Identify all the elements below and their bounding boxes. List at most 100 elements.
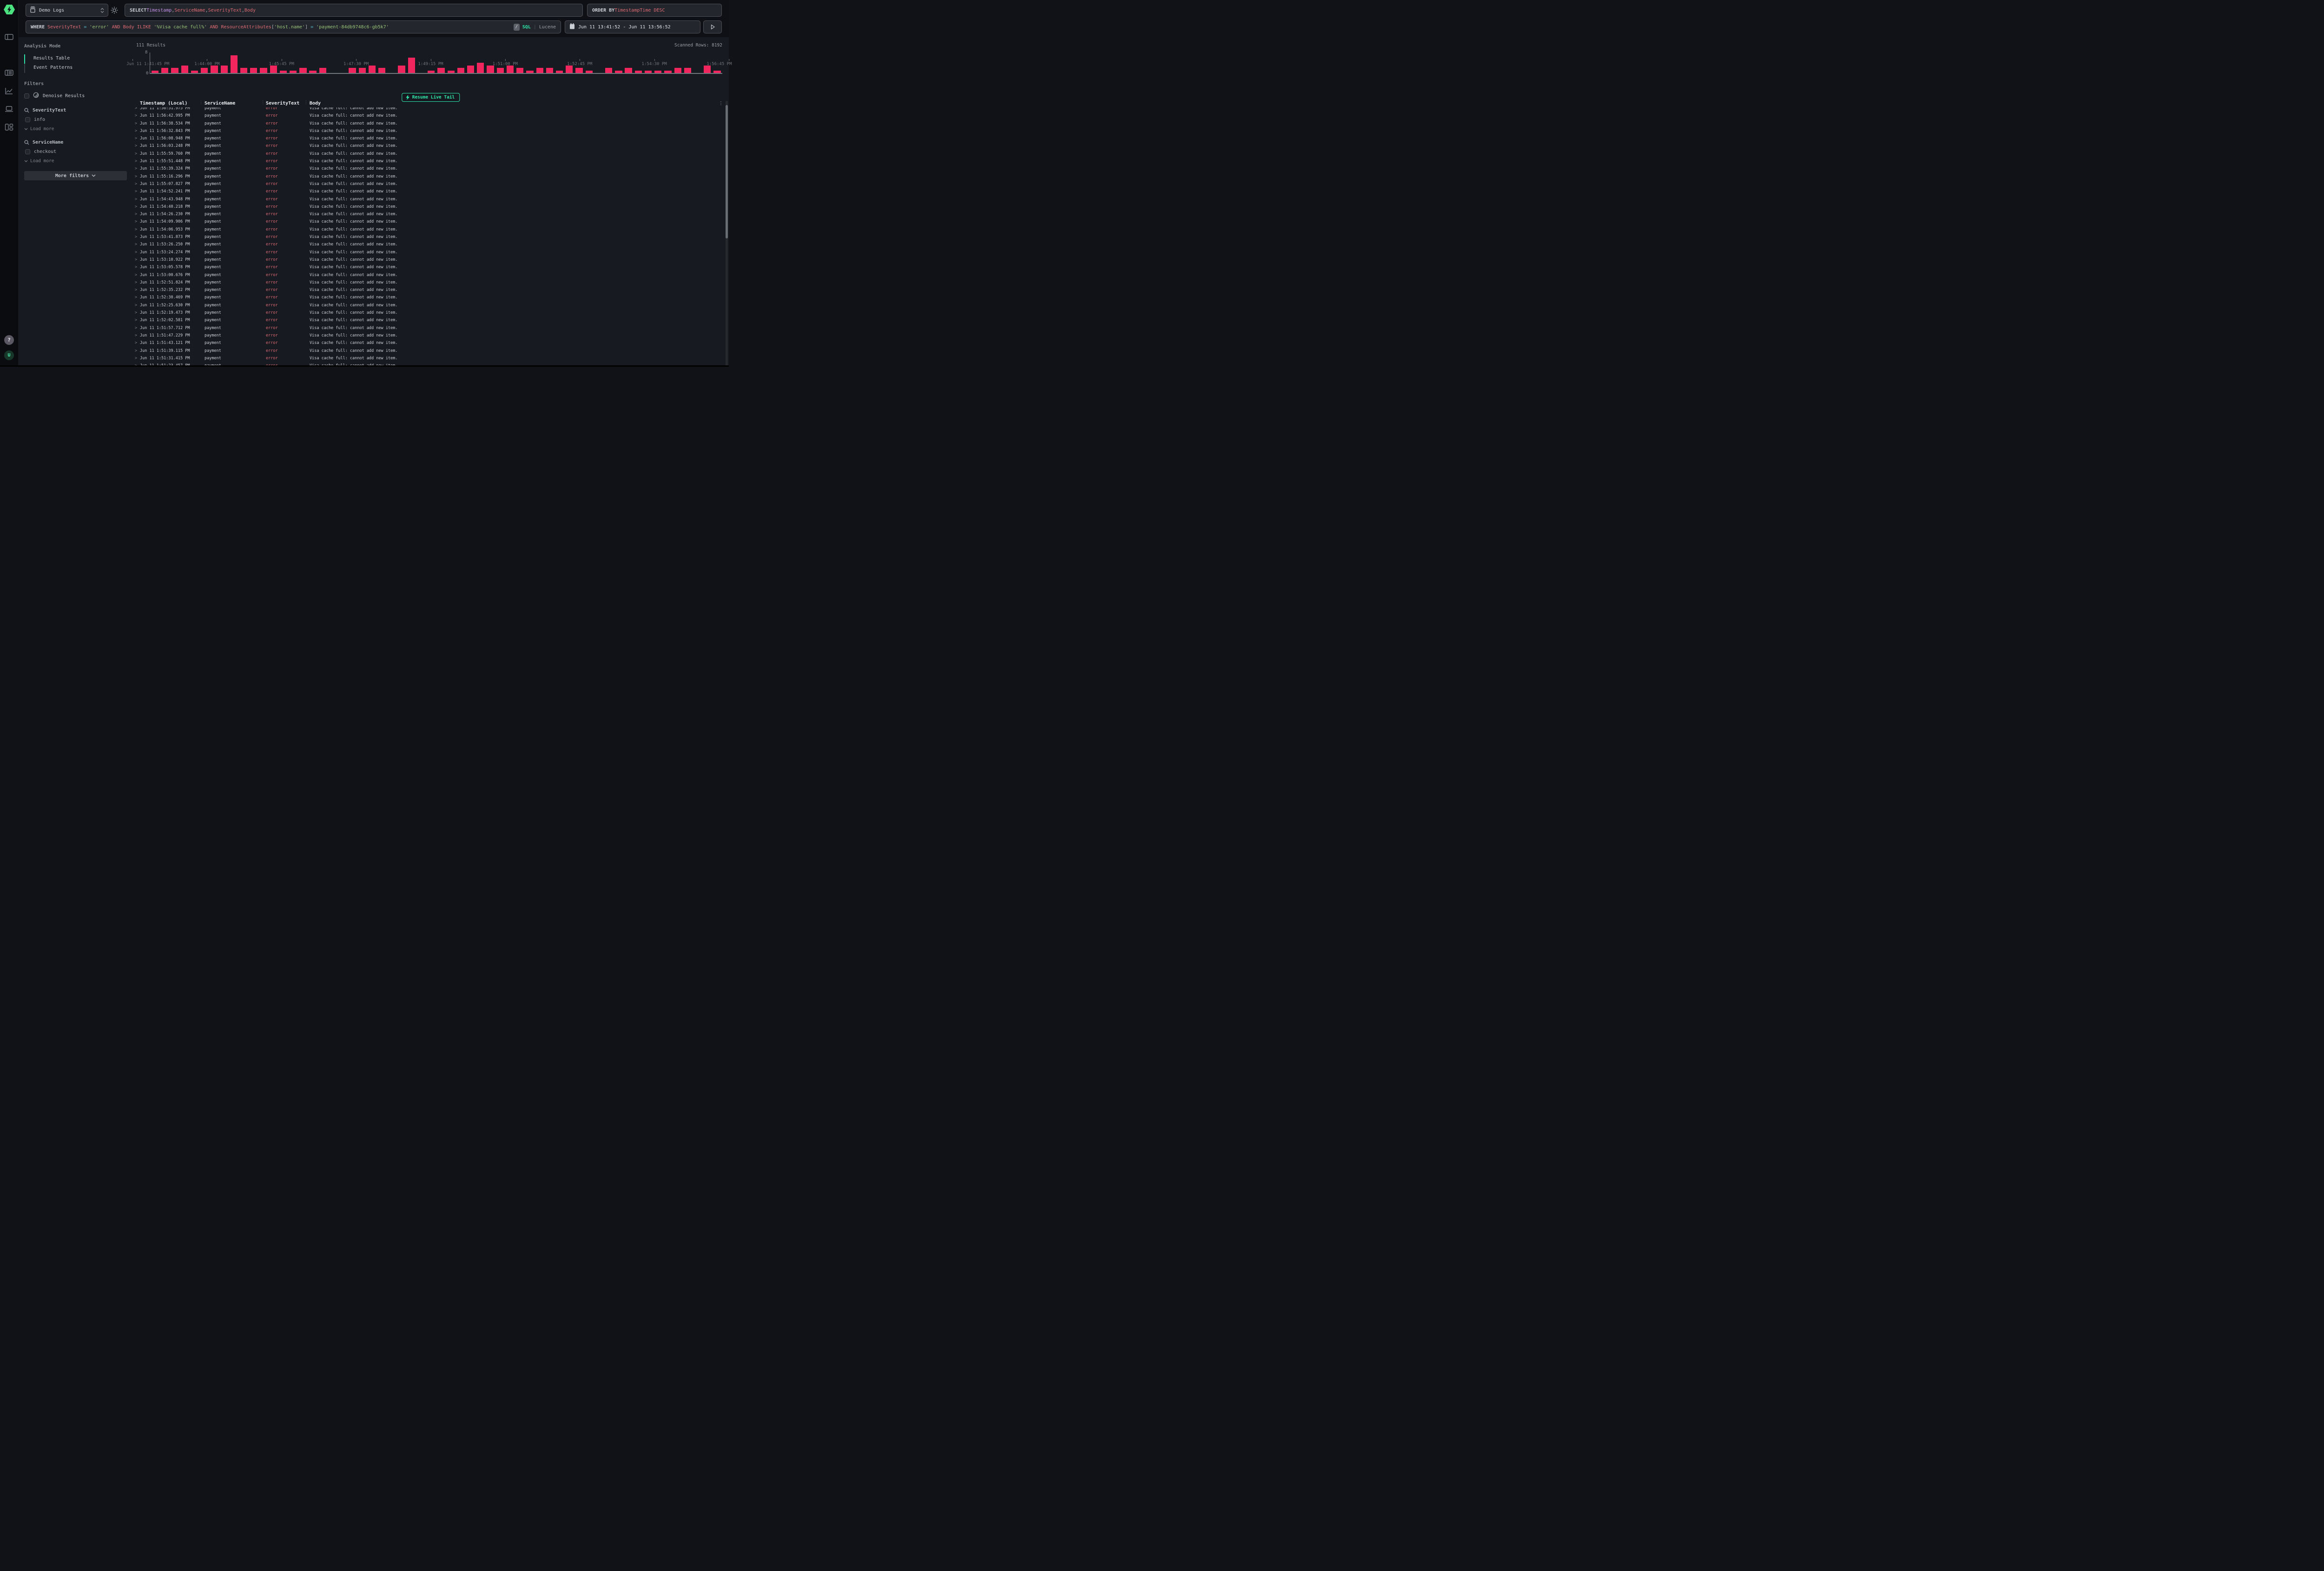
log-table-row[interactable]: >Jun 11 1:53:26.250 PMpaymenterrorVisa c… [132,241,722,249]
row-expand-chevron-icon[interactable]: > [135,356,137,361]
log-table-row[interactable]: >Jun 11 1:52:02.581 PMpaymenterrorVisa c… [132,317,722,324]
row-expand-chevron-icon[interactable]: > [135,174,137,179]
log-table-row[interactable]: >Jun 11 1:54:26.230 PMpaymenterrorVisa c… [132,211,722,218]
mode-item-event-patterns[interactable]: Event Patterns [24,64,127,73]
row-expand-chevron-icon[interactable]: > [135,288,137,292]
histogram-bar[interactable] [536,68,543,73]
histogram-bar[interactable] [546,68,553,73]
log-table-row[interactable]: >Jun 11 1:56:42.995 PMpaymenterrorVisa c… [132,112,722,120]
log-table-row[interactable]: >Jun 11 1:51:39.115 PMpaymenterrorVisa c… [132,348,722,355]
histogram-bar[interactable] [260,68,267,73]
row-expand-chevron-icon[interactable]: > [135,166,137,171]
table-scrollbar-track[interactable] [726,101,728,367]
row-expand-chevron-icon[interactable]: > [135,136,137,141]
log-table-row[interactable]: >Jun 11 1:56:32.843 PMpaymenterrorVisa c… [132,128,722,135]
hyperdx-logo-icon[interactable] [4,5,15,14]
log-table-row[interactable]: >Jun 11 1:56:38.534 PMpaymenterrorVisa c… [132,120,722,128]
mode-item-results-table[interactable]: Results Table [24,54,127,64]
log-table-row[interactable]: >Jun 11 1:55:16.296 PMpaymenterrorVisa c… [132,173,722,181]
row-expand-chevron-icon[interactable]: > [135,212,137,217]
histogram-bar[interactable] [349,68,356,73]
log-table-row[interactable]: >Jun 11 1:52:19.473 PMpaymenterrorVisa c… [132,310,722,317]
histogram-bar[interactable] [586,71,593,73]
log-table-row[interactable]: >Jun 11 1:52:51.824 PMpaymenterrorVisa c… [132,279,722,287]
row-expand-chevron-icon[interactable]: > [135,265,137,270]
filter-checkbox[interactable] [25,117,30,122]
log-table-row[interactable]: >Jun 11 1:54:09.906 PMpaymenterrorVisa c… [132,218,722,226]
histogram-bar[interactable] [250,68,257,73]
sessions-laptop-icon[interactable] [5,105,13,113]
log-table-row[interactable]: >Jun 11 1:52:25.630 PMpaymenterrorVisa c… [132,302,722,310]
histogram-bar[interactable] [221,66,228,73]
row-expand-chevron-icon[interactable]: > [135,349,137,353]
dashboards-icon[interactable] [5,123,13,131]
histogram-bar[interactable] [645,71,652,73]
load-more-button[interactable]: Load more [24,126,127,132]
log-table-row[interactable]: >Jun 11 1:54:06.953 PMpaymenterrorVisa c… [132,226,722,234]
order-by-input[interactable]: ORDER BY TimestampTime DESC [587,4,722,17]
histogram-bar[interactable] [359,68,366,73]
where-filter-input[interactable]: WHERE SeverityText = 'error' AND Body IL… [26,20,561,33]
row-expand-chevron-icon[interactable]: > [135,159,137,164]
log-table-row[interactable]: >Jun 11 1:53:24.274 PMpaymenterrorVisa c… [132,249,722,257]
row-expand-chevron-icon[interactable]: > [135,205,137,209]
histogram-bar[interactable] [309,71,316,73]
histogram-bar[interactable] [299,68,306,73]
histogram-bar[interactable] [448,71,455,73]
log-table-row[interactable]: >Jun 11 1:54:43.948 PMpaymenterrorVisa c… [132,196,722,204]
log-table-row[interactable]: >Jun 11 1:51:43.121 PMpaymenterrorVisa c… [132,340,722,347]
histogram-bar[interactable] [319,68,326,73]
histogram-bar[interactable] [191,71,198,73]
row-expand-chevron-icon[interactable]: > [135,257,137,262]
row-expand-chevron-icon[interactable]: > [135,333,137,338]
log-table-row[interactable]: >Jun 11 1:51:57.712 PMpaymenterrorVisa c… [132,325,722,332]
filter-checkbox[interactable] [25,149,30,154]
histogram-bar[interactable] [654,71,661,73]
row-expand-chevron-icon[interactable]: > [135,250,137,255]
log-table-row[interactable]: >Jun 11 1:53:10.922 PMpaymenterrorVisa c… [132,257,722,264]
row-expand-chevron-icon[interactable]: > [135,107,137,111]
histogram-bar[interactable] [398,66,405,73]
chart-explorer-icon[interactable] [5,87,13,95]
row-expand-chevron-icon[interactable]: > [135,235,137,239]
row-expand-chevron-icon[interactable]: > [135,182,137,186]
log-table-row[interactable]: >Jun 11 1:52:30.469 PMpaymenterrorVisa c… [132,294,722,302]
row-expand-chevron-icon[interactable]: > [135,152,137,156]
histogram-bar[interactable] [457,68,464,73]
row-expand-chevron-icon[interactable]: > [135,295,137,300]
histogram-bar[interactable] [684,68,691,73]
histogram-bar[interactable] [290,71,297,73]
histogram-bar[interactable] [171,68,178,73]
histogram-bar[interactable] [674,68,681,73]
log-table-row[interactable]: >Jun 11 1:54:52.241 PMpaymenterrorVisa c… [132,188,722,196]
run-query-button[interactable] [703,20,722,33]
histogram-bar[interactable] [467,66,474,73]
log-table-row[interactable]: >Jun 11 1:52:35.232 PMpaymenterrorVisa c… [132,287,722,294]
histogram-bar[interactable] [369,66,376,73]
row-expand-chevron-icon[interactable]: > [135,242,137,247]
row-expand-chevron-icon[interactable]: > [135,144,137,148]
log-table-row[interactable]: >Jun 11 1:55:39.324 PMpaymenterrorVisa c… [132,165,722,173]
log-table-row[interactable]: >Jun 11 1:56:51.975 PMpaymenterrorVisa c… [132,107,722,112]
histogram-bar[interactable] [161,68,168,73]
histogram-bar[interactable] [378,68,385,73]
filter-option-checkout[interactable]: checkout [25,149,127,154]
log-table-row[interactable]: >Jun 11 1:51:31.415 PMpaymenterrorVisa c… [132,355,722,363]
log-table-row[interactable]: >Jun 11 1:55:07.827 PMpaymenterrorVisa c… [132,181,722,188]
log-table-row[interactable]: >Jun 11 1:55:59.760 PMpaymenterrorVisa c… [132,151,722,158]
histogram-bar[interactable] [280,71,287,73]
histogram-bar[interactable] [713,71,720,73]
row-expand-chevron-icon[interactable]: > [135,280,137,285]
sql-language-option[interactable]: SQL [522,25,531,30]
help-button[interactable]: ? [4,335,14,345]
panel-left-icon[interactable] [5,33,13,41]
user-avatar[interactable]: U [4,350,14,360]
row-expand-chevron-icon[interactable]: > [135,197,137,202]
more-filters-button[interactable]: More filters [24,171,127,180]
lucene-language-option[interactable]: Lucene [539,25,556,30]
histogram-bar[interactable] [575,68,582,73]
histogram-bar[interactable] [625,68,632,73]
histogram-bar[interactable] [516,68,523,73]
log-table-row[interactable]: >Jun 11 1:53:05.578 PMpaymenterrorVisa c… [132,264,722,271]
histogram-bar[interactable] [635,71,642,73]
